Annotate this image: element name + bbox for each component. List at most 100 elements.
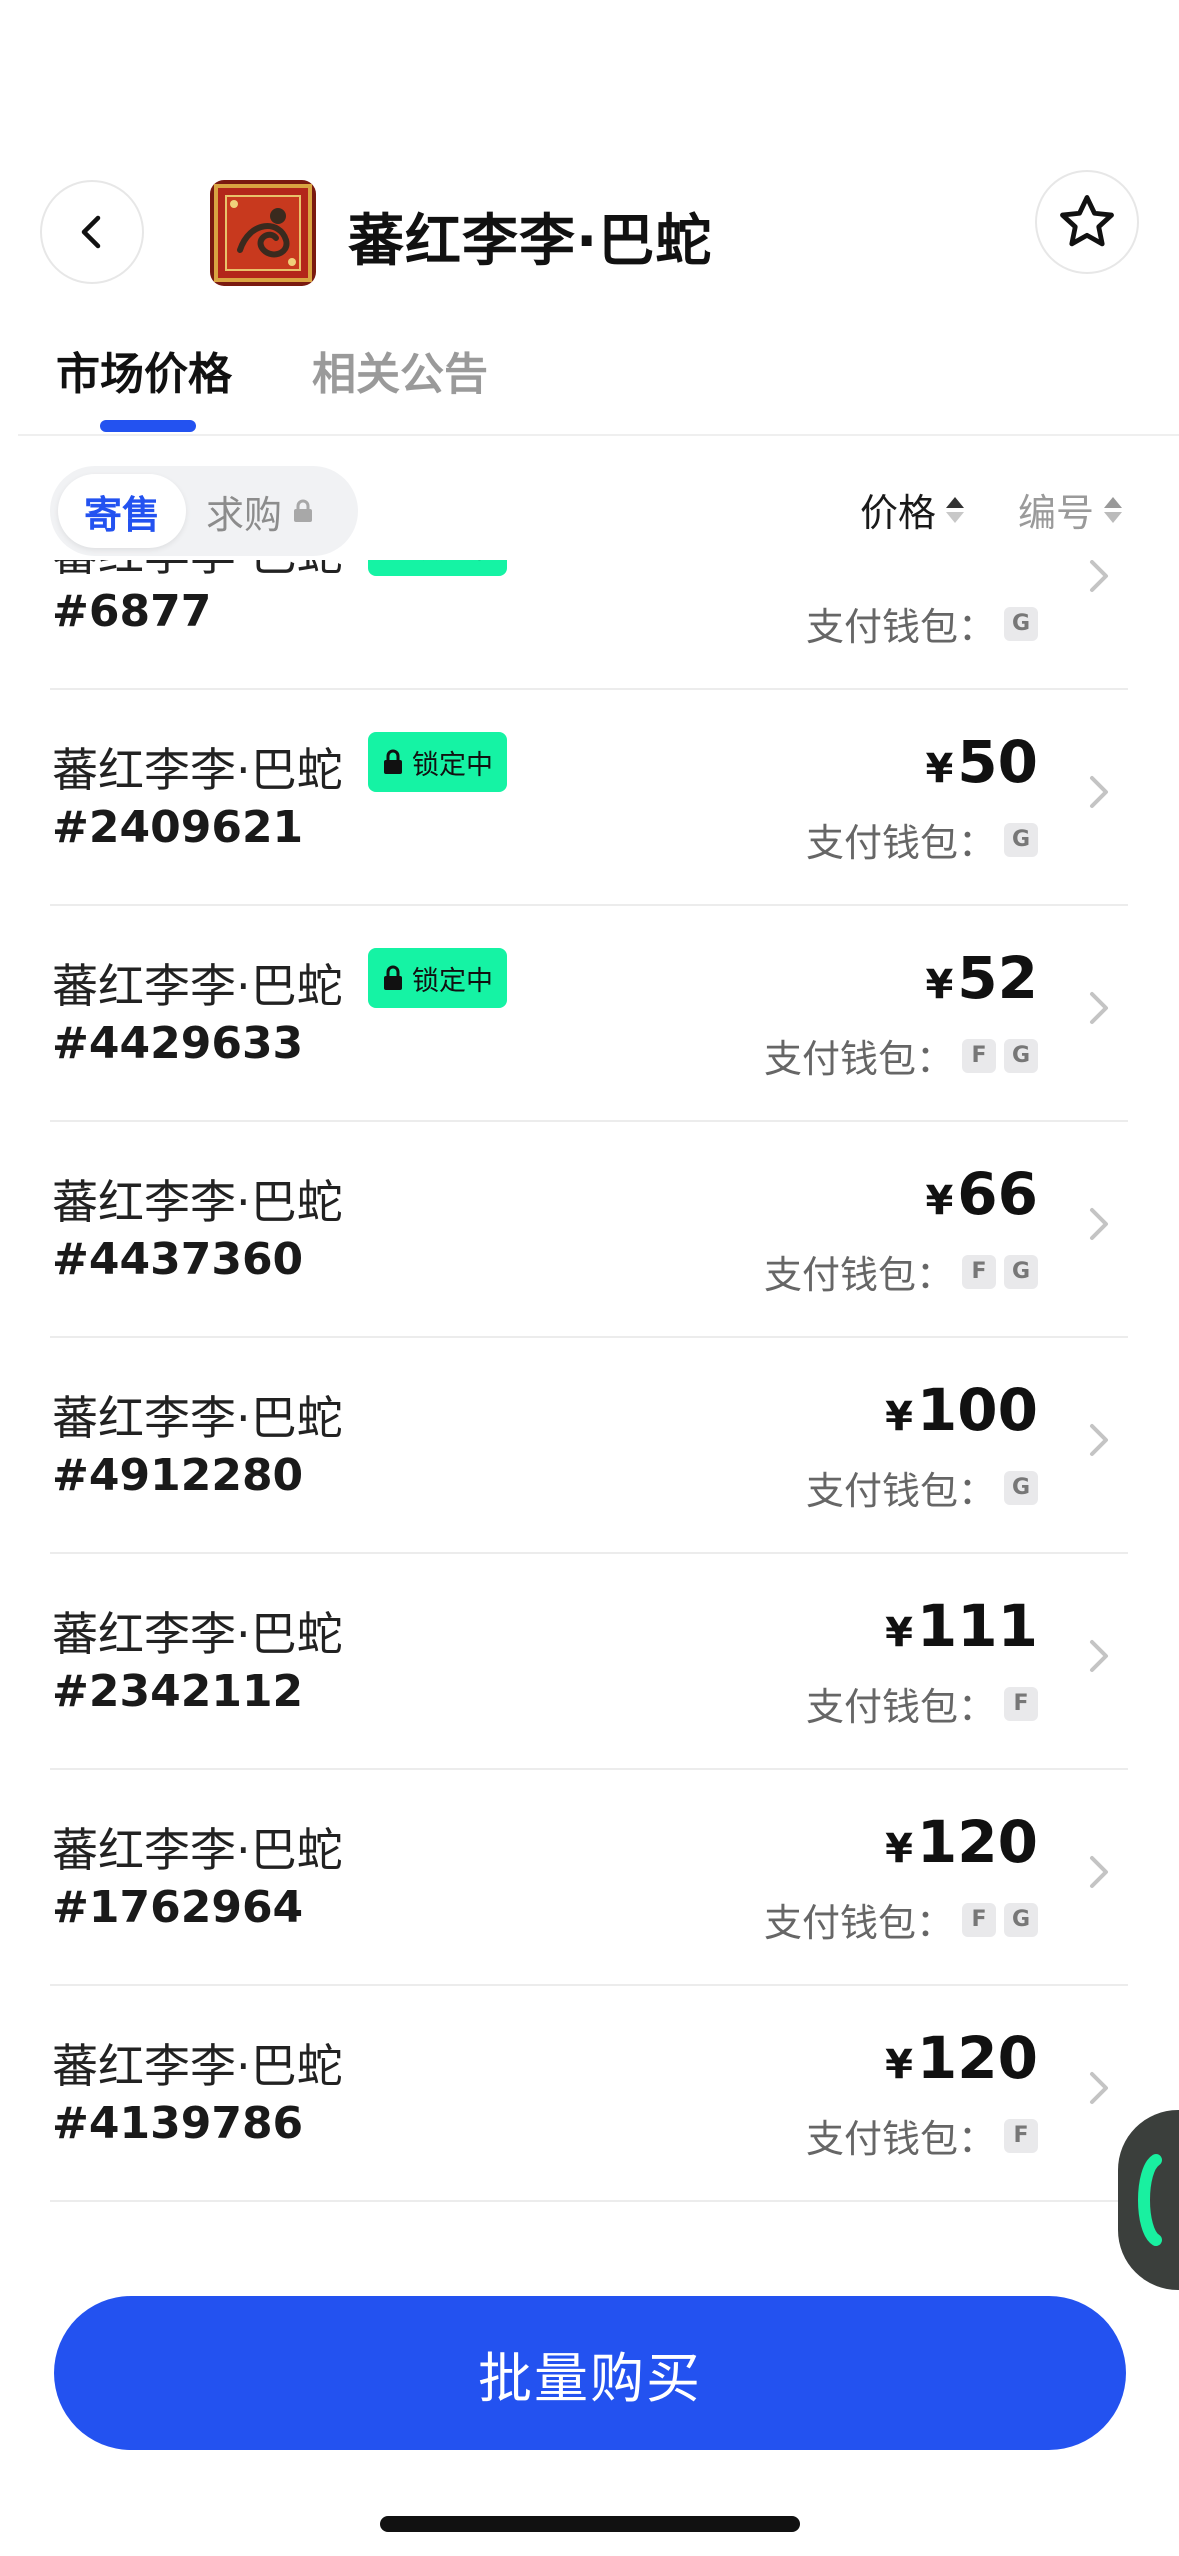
divider [18,434,1179,436]
chevron-right-icon [1090,1424,1108,1456]
wallet-tag: F [962,1902,996,1937]
tab-market-price[interactable]: 市场价格 [56,338,232,402]
item-price: ¥100 [885,1376,1038,1444]
lock-icon [384,965,402,990]
wallet-tag: G [1004,1038,1038,1073]
segment-consignment[interactable]: 寄售 [58,474,186,548]
back-button[interactable] [40,180,144,284]
locked-badge-label: 锁定中 [412,965,493,997]
item-name: 蕃红李李·巴蛇 [52,959,343,1013]
wallet-label: 支付钱包： [805,1685,996,1729]
listing-list: 蕃红李李·巴蛇锁定中#6877支付钱包：G蕃红李李·巴蛇锁定中#2409621¥… [0,560,1179,2270]
currency-symbol: ¥ [925,962,954,1008]
wallet-tag: G [1004,1902,1038,1937]
item-serial-number: #4139786 [52,2098,304,2149]
item-serial-number: #2342112 [52,1666,304,1717]
chevron-right-icon [1090,992,1108,1024]
chevron-right-icon [1090,1856,1108,1888]
currency-symbol: ¥ [925,1178,954,1224]
item-serial-number: #4912280 [52,1450,304,1501]
currency-symbol: ¥ [885,1610,913,1656]
listing-row[interactable]: 蕃红李李·巴蛇 锁定中 #6877 支付钱包：G [50,560,1128,690]
price-value: 111 [916,1592,1038,1660]
item-name: 蕃红李李·巴蛇 [52,1175,343,1229]
item-price: ¥52 [925,944,1038,1012]
star-icon [1060,195,1114,247]
chevron-right-icon [1090,776,1108,808]
sale-type-segmented-control: 寄售 求购 [50,466,358,556]
floating-service-bubble[interactable] [1118,2110,1179,2290]
listing-row[interactable]: 蕃红李李·巴蛇 #1762964 ¥120 支付钱包： F G [50,1770,1128,1986]
item-serial-number: #6877 [52,586,212,637]
favorite-button[interactable] [1035,170,1139,274]
sort-number-label: 编号 [1018,491,1095,535]
item-name: 蕃红李李·巴蛇 [52,743,343,797]
payment-wallets: 支付钱包： F [806,1676,1038,1731]
segment-bid-label: 求购 [206,492,283,537]
item-serial-number: #1762964 [52,1882,304,1933]
listing-row[interactable]: 蕃红李李·巴蛇 锁定中 #2409621 ¥50 支付钱包： G [50,690,1128,906]
wallet-tag: G [1004,606,1038,641]
locked-badge-label: 锁定中 [412,749,493,781]
wallet-tag: G [1004,1254,1038,1289]
item-price: ¥120 [885,2024,1038,2092]
price-value: 66 [957,1160,1038,1228]
listing-row[interactable]: 蕃红李李·巴蛇 #4912280 ¥100 支付钱包： G [50,1338,1128,1554]
page-title: 蕃红李李·巴蛇 [348,209,713,274]
sort-price-label: 价格 [860,491,937,535]
listing-row[interactable]: 蕃红李李·巴蛇 锁定中 #4429633 ¥52 支付钱包： F G [50,906,1128,1122]
wallet-tag: G [1004,1470,1038,1505]
market-page: 蕃红李李·巴蛇 市场价格 相关公告 寄售 求购 价格 编号 蕃红李李·巴蛇锁定中… [0,0,1179,2556]
item-name: 蕃红李李·巴蛇 [52,2039,343,2093]
wallet-label: 支付钱包： [763,1901,954,1945]
collection-avatar [210,180,316,286]
sort-by-price[interactable]: 价格 [860,482,965,537]
sort-arrows-icon [946,496,965,523]
chevron-right-icon [1090,2072,1108,2104]
item-serial-number: #4437360 [52,1234,304,1285]
payment-wallets: 支付钱包： G [806,1460,1038,1515]
item-price: ¥50 [925,728,1038,796]
wallet-tag: F [962,1038,996,1073]
chevron-left-icon [81,215,101,249]
wallet-tag: F [1004,1686,1038,1721]
listing-row[interactable]: 蕃红李李·巴蛇 #4139786 ¥120 支付钱包： F [50,1986,1128,2202]
currency-symbol: ¥ [925,746,954,792]
wallet-label: 支付钱包： [763,1037,954,1081]
currency-symbol: ¥ [885,1394,913,1440]
currency-symbol: ¥ [885,1826,913,1872]
batch-buy-button[interactable]: 批量购买 [54,2296,1126,2450]
tab-indicator [100,420,196,432]
home-indicator [380,2516,800,2532]
item-name: 蕃红李李·巴蛇 [52,560,343,584]
payment-wallets: 支付钱包： F [806,2108,1038,2163]
wallet-label: 支付钱包： [805,605,996,649]
payment-wallets: 支付钱包： G [806,596,1038,651]
price-value: 100 [916,1376,1038,1444]
locked-badge: 锁定中 [368,560,507,576]
payment-wallets: 支付钱包： F G [764,1892,1038,1947]
chevron-right-icon [1090,1640,1108,1672]
tab-announcements[interactable]: 相关公告 [312,338,488,402]
lock-icon [384,749,402,774]
segment-bid[interactable]: 求购 [206,474,314,548]
listing-row[interactable]: 蕃红李李·巴蛇 #2342112 ¥111 支付钱包： F [50,1554,1128,1770]
currency-symbol: ¥ [885,2042,913,2088]
lock-icon [294,499,313,522]
wallet-label: 支付钱包： [805,1469,996,1513]
payment-wallets: 支付钱包： F G [764,1028,1038,1083]
item-price: ¥111 [885,1592,1038,1660]
sort-by-number[interactable]: 编号 [1018,482,1123,537]
chevron-right-icon [1090,1208,1108,1240]
wallet-label: 支付钱包： [805,821,996,865]
wallet-label: 支付钱包： [805,2117,996,2161]
item-serial-number: #4429633 [52,1018,304,1069]
wallet-tag: F [1004,2118,1038,2153]
item-price: ¥66 [925,1160,1038,1228]
chevron-right-icon [1090,560,1108,592]
payment-wallets: 支付钱包： G [806,812,1038,867]
item-price: ¥120 [885,1808,1038,1876]
price-value: 50 [957,728,1038,796]
item-name: 蕃红李李·巴蛇 [52,1391,343,1445]
listing-row[interactable]: 蕃红李李·巴蛇 #4437360 ¥66 支付钱包： F G [50,1122,1128,1338]
